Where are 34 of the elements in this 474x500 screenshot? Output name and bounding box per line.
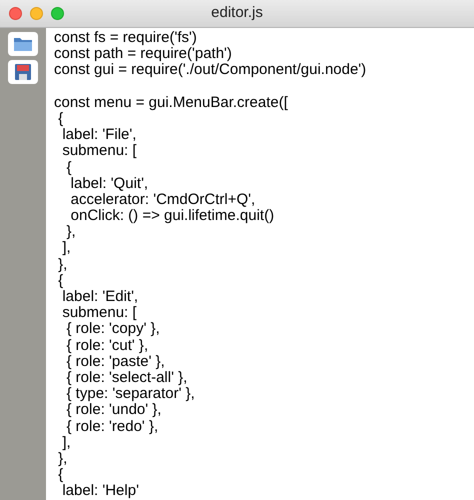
folder-icon bbox=[13, 36, 33, 52]
save-button[interactable] bbox=[8, 60, 38, 84]
code-line: accelerator: 'CmdOrCtrl+Q', bbox=[70, 192, 256, 208]
code-line: const gui = require('./out/Component/gui.node') bbox=[54, 62, 366, 79]
code-line: label: 'Quit', bbox=[70, 176, 148, 192]
code-line: const fs = require('fs') bbox=[54, 30, 197, 46]
code-line: ], bbox=[61, 434, 71, 451]
code-line: submenu: [ bbox=[61, 305, 137, 322]
code-line: label: 'Help' bbox=[62, 483, 139, 500]
code-line: { bbox=[57, 272, 64, 289]
code-line: const path = require('path') bbox=[54, 46, 232, 62]
open-button[interactable] bbox=[8, 32, 38, 56]
code-line: { role: 'redo' }, bbox=[66, 418, 158, 435]
code-line: submenu: [ bbox=[61, 143, 137, 160]
code-line: { bbox=[57, 467, 64, 484]
code-line: { role: 'paste' }, bbox=[66, 354, 165, 370]
code-line: { role: 'select-all' }, bbox=[66, 370, 188, 386]
code-line: }, bbox=[66, 224, 76, 240]
code-line: { type: 'separator' }, bbox=[66, 386, 195, 402]
code-line: { role: 'cut' }, bbox=[66, 338, 148, 354]
code-line: { role: 'copy' }, bbox=[66, 321, 160, 338]
close-button[interactable] bbox=[9, 7, 22, 20]
zoom-button[interactable] bbox=[51, 7, 64, 20]
code-line: label: 'Edit', bbox=[62, 289, 138, 306]
code-line: const menu = gui.MenuBar.create([ bbox=[54, 94, 288, 111]
code-line: { role: 'undo' }, bbox=[66, 402, 162, 418]
code-line: }, bbox=[57, 450, 68, 468]
code-line: label: 'File', bbox=[62, 127, 136, 144]
code-line: }, bbox=[57, 256, 68, 273]
code-line: { bbox=[66, 160, 72, 176]
code-line: { bbox=[57, 110, 64, 128]
code-line: ], bbox=[61, 240, 71, 257]
window-title: editor.js bbox=[211, 3, 263, 24]
code-line: onClick: () => gui.lifetime.quit() bbox=[70, 208, 274, 224]
